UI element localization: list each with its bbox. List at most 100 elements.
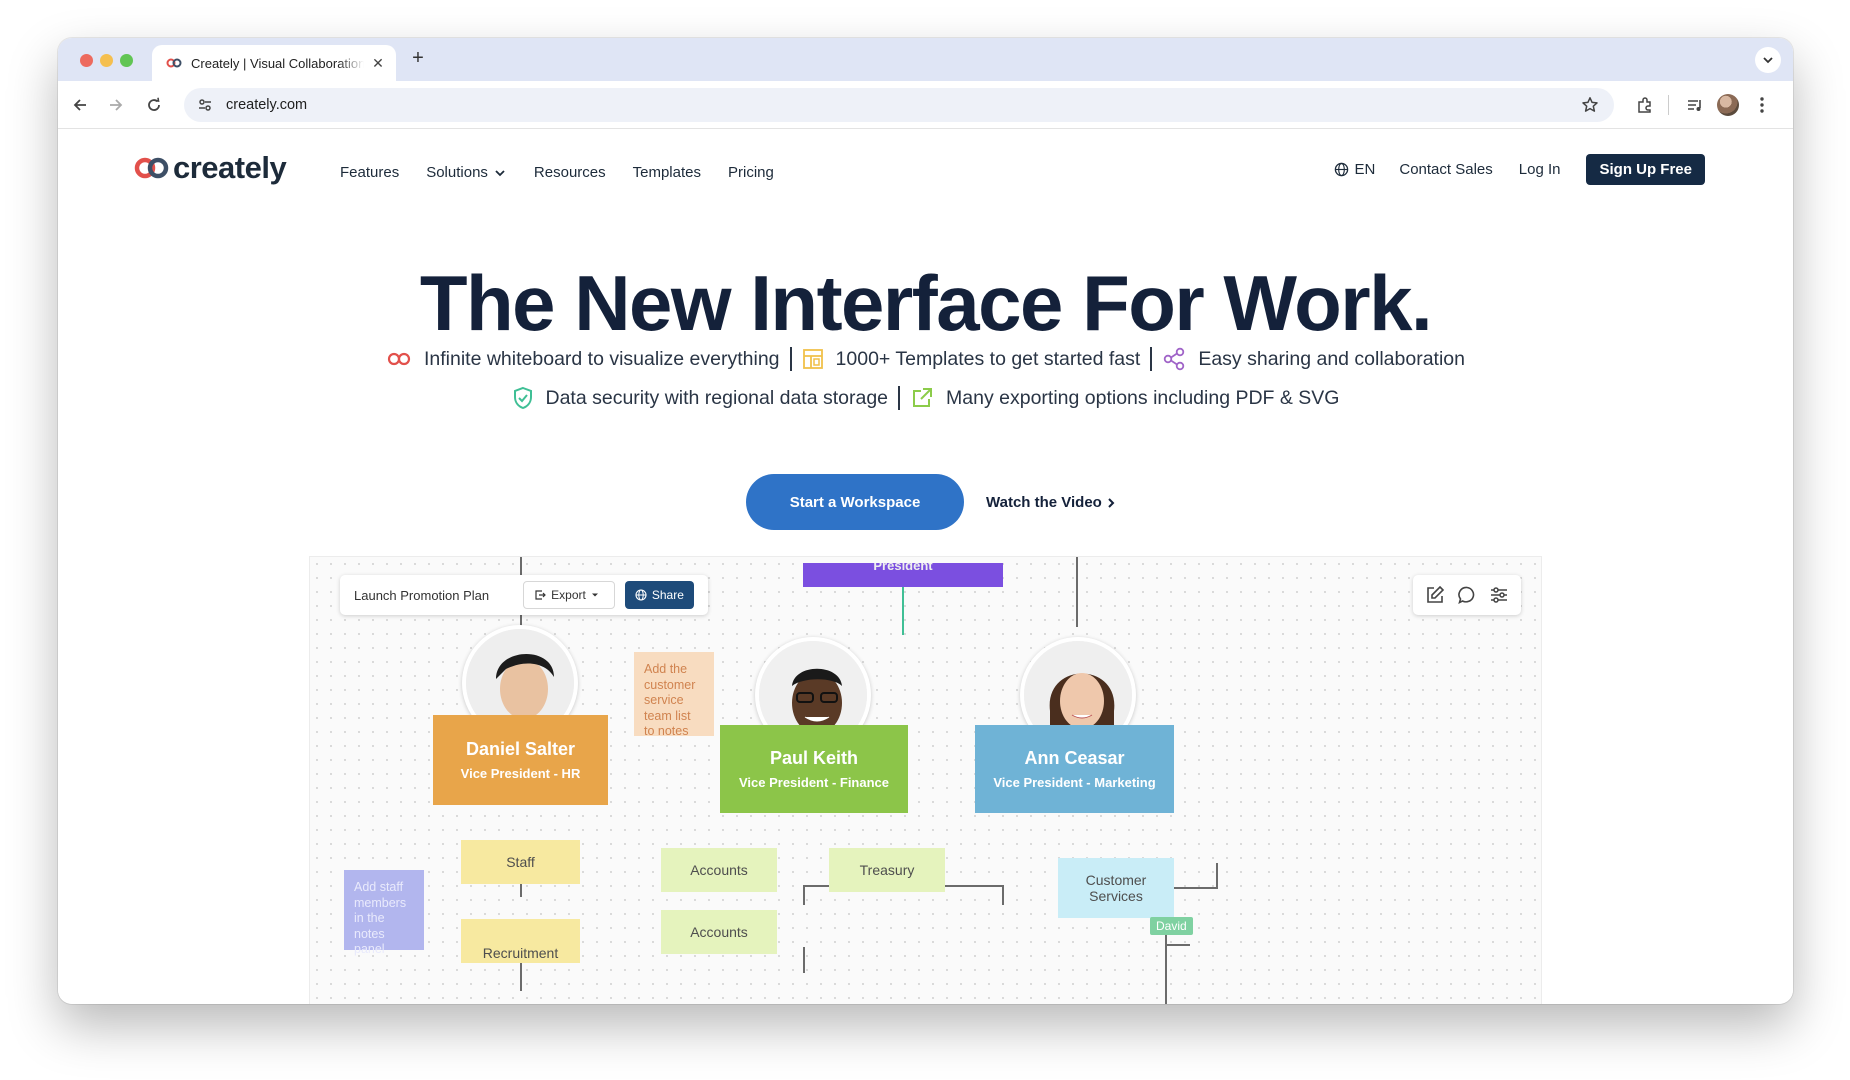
divider xyxy=(898,386,901,410)
maximize-window-button[interactable] xyxy=(120,54,133,67)
creately-logo[interactable]: creately xyxy=(133,150,287,186)
url-text: creately.com xyxy=(226,97,308,113)
feature-text: Data security with regional data storage xyxy=(545,386,889,409)
share-label: Share xyxy=(651,588,684,602)
nav-features[interactable]: Features xyxy=(340,164,399,181)
box-treasury[interactable]: Treasury xyxy=(829,848,945,892)
language-selector[interactable]: EN xyxy=(1334,161,1376,178)
box-customer-services[interactable]: Customer Services xyxy=(1058,858,1174,918)
back-button[interactable] xyxy=(68,93,92,117)
watch-video-link[interactable]: Watch the Video xyxy=(986,494,1116,511)
box-recruitment[interactable]: Recruitment xyxy=(461,919,580,963)
reload-button[interactable] xyxy=(142,93,166,117)
export-button[interactable]: Export xyxy=(523,581,615,609)
comment-icon[interactable] xyxy=(1457,585,1477,605)
main-nav: Features Solutions Resources Templates P… xyxy=(340,164,801,181)
contact-sales-link[interactable]: Contact Sales xyxy=(1399,161,1492,178)
feature-item: Data security with regional data storage xyxy=(512,386,889,410)
nav-solutions[interactable]: Solutions xyxy=(426,164,507,181)
extensions-icon[interactable] xyxy=(1633,93,1657,117)
connector-line xyxy=(1165,944,1190,946)
canvas-right-tools xyxy=(1413,575,1521,615)
close-window-button[interactable] xyxy=(80,54,93,67)
document-name[interactable]: Launch Promotion Plan xyxy=(354,588,489,603)
media-controls-icon[interactable] xyxy=(1683,93,1707,117)
feature-item: 1000+ Templates to get started fast xyxy=(802,347,1141,371)
org-card-paul-keith[interactable]: Paul Keith Vice President - Finance xyxy=(720,725,908,813)
sign-up-button[interactable]: Sign Up Free xyxy=(1586,154,1705,185)
nav-resources[interactable]: Resources xyxy=(534,164,606,181)
feature-text: Infinite whiteboard to visualize everyth… xyxy=(423,347,780,370)
nav-templates[interactable]: Templates xyxy=(633,164,701,181)
tab-title: Creately | Visual Collaboration xyxy=(191,55,364,71)
person-role: Vice President - Finance xyxy=(738,775,890,790)
tab-search-button[interactable] xyxy=(1755,47,1781,73)
browser-menu-icon[interactable] xyxy=(1750,93,1774,117)
webpage: creately Features Solutions Resources Te… xyxy=(58,130,1793,1004)
divider xyxy=(1150,347,1153,371)
shield-icon xyxy=(513,386,532,410)
feature-text: Many exporting options including PDF & S… xyxy=(946,386,1340,409)
box-accounts[interactable]: Accounts xyxy=(661,848,777,892)
nav-right: EN Contact Sales Log In Sign Up Free xyxy=(1334,154,1705,185)
globe-icon xyxy=(1334,162,1348,177)
site-settings-icon[interactable] xyxy=(196,96,214,114)
share-button[interactable]: Share xyxy=(624,581,694,609)
export-label: Export xyxy=(551,588,586,602)
person-name: Daniel Salter xyxy=(465,739,576,759)
hero-title: The New Interface For Work. xyxy=(419,259,1433,347)
export-icon xyxy=(535,590,547,600)
template-icon xyxy=(802,349,823,369)
globe-icon xyxy=(635,589,647,601)
org-card-daniel-salter[interactable]: Daniel Salter Vice President - HR xyxy=(433,715,608,805)
caret-down-icon xyxy=(591,593,598,597)
toolbar-separator xyxy=(1668,95,1669,115)
connector-line xyxy=(1002,885,1004,905)
logo-text: creately xyxy=(173,150,287,185)
profile-avatar[interactable] xyxy=(1716,93,1740,117)
connector-line xyxy=(1216,863,1218,889)
feature-item: Easy sharing and collaboration xyxy=(1162,347,1465,371)
chevron-down-icon xyxy=(1763,57,1773,64)
president-label: President xyxy=(873,563,933,573)
sticky-note-purple[interactable]: Add staff members in the notes panel xyxy=(344,870,424,956)
export-icon xyxy=(913,388,933,407)
browser-tab[interactable]: Creately | Visual Collaboration ✕ xyxy=(152,45,396,81)
feature-item: Infinite whiteboard to visualize everyth… xyxy=(386,348,780,371)
person-role: Vice President - Marketing xyxy=(993,775,1156,790)
address-bar[interactable]: creately.com xyxy=(184,88,1614,122)
person-role: Vice President - HR xyxy=(460,766,581,781)
feature-item: Many exporting options including PDF & S… xyxy=(910,386,1339,410)
log-in-link[interactable]: Log In xyxy=(1519,161,1561,178)
edit-icon[interactable] xyxy=(1425,585,1445,605)
feature-row-2: Data security with regional data storage… xyxy=(58,386,1793,410)
canvas-toolbar: Launch Promotion Plan Export Share xyxy=(340,575,708,615)
chevron-down-icon xyxy=(495,169,505,176)
arrow-right-icon xyxy=(110,99,123,111)
sticky-note-orange[interactable]: Add the customer service team list to no… xyxy=(634,652,714,738)
forward-button[interactable] xyxy=(104,93,128,117)
connector-line xyxy=(803,947,805,973)
president-box[interactable]: President xyxy=(803,563,1003,587)
tab-close-icon[interactable]: ✕ xyxy=(370,55,386,72)
new-tab-button[interactable]: + xyxy=(406,47,430,70)
box-staff[interactable]: Staff xyxy=(461,840,580,884)
feature-text: Easy sharing and collaboration xyxy=(1198,347,1465,370)
bookmark-star-icon[interactable] xyxy=(1580,95,1600,115)
collaborator-cursor-tag: David xyxy=(1150,917,1193,935)
connector-line xyxy=(902,587,904,635)
org-card-ann-ceasar[interactable]: Ann Ceasar Vice President - Marketing xyxy=(975,725,1174,813)
divider xyxy=(789,347,792,371)
minimize-window-button[interactable] xyxy=(100,54,113,67)
watch-video-label: Watch the Video xyxy=(986,494,1102,511)
arrow-left-icon xyxy=(73,99,86,111)
box-accounts-2[interactable]: Accounts xyxy=(661,910,777,954)
nav-pricing[interactable]: Pricing xyxy=(728,164,774,181)
settings-sliders-icon[interactable] xyxy=(1489,585,1509,605)
start-workspace-button[interactable]: Start a Workspace xyxy=(746,474,964,530)
person-name: Ann Ceasar xyxy=(1024,748,1125,768)
creately-logo-icon xyxy=(134,157,169,179)
feature-text: 1000+ Templates to get started fast xyxy=(835,347,1141,370)
language-label: EN xyxy=(1354,161,1376,178)
share-icon xyxy=(1164,347,1185,371)
